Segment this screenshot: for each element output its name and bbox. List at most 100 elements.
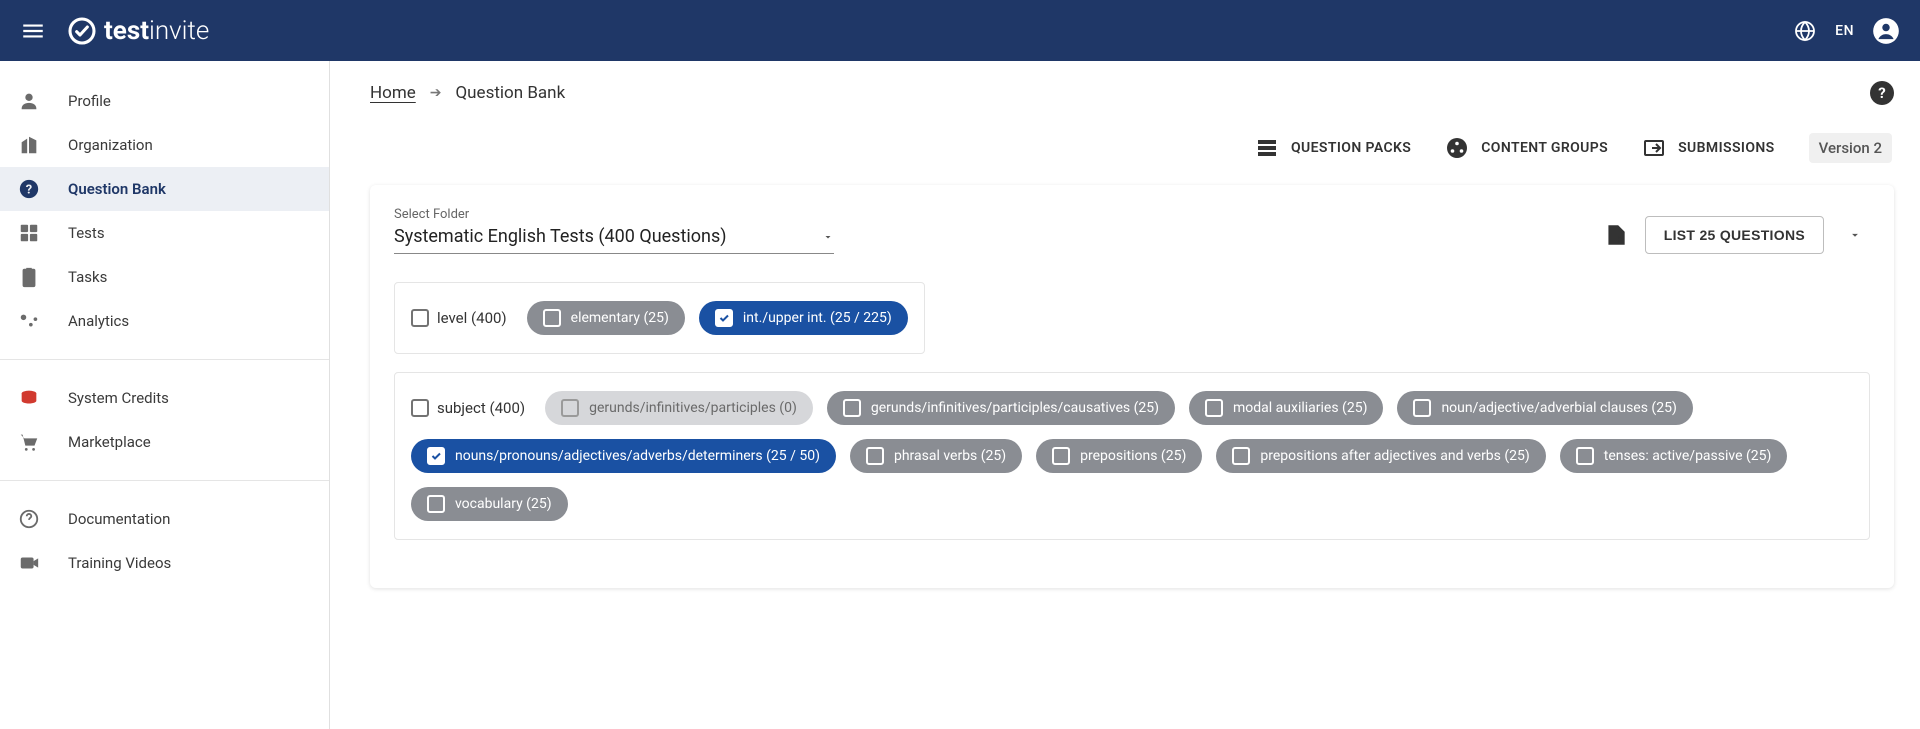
sidebar-divider <box>0 359 329 360</box>
content-groups-link[interactable]: CONTENT GROUPS <box>1445 136 1608 160</box>
checkbox-icon <box>1052 447 1070 465</box>
coins-icon <box>18 387 68 409</box>
chip-label: gerunds/infinitives/participles/causativ… <box>871 400 1159 416</box>
filter-chip[interactable]: int./upper int. (25 / 225) <box>699 301 908 335</box>
chip-label: nouns/pronouns/adjectives/adverbs/determ… <box>455 448 820 464</box>
building-icon <box>18 134 68 156</box>
version-badge[interactable]: Version 2 <box>1809 133 1892 163</box>
sidebar-item-analytics[interactable]: Analytics <box>0 299 329 343</box>
folder-select-value: Systematic English Tests (400 Questions) <box>394 226 727 247</box>
filter-chip[interactable]: vocabulary (25) <box>411 487 568 521</box>
chip-label: vocabulary (25) <box>455 496 552 512</box>
chip-label: gerunds/infinitives/participles (0) <box>589 400 797 416</box>
globe-icon[interactable] <box>1793 19 1817 43</box>
checkbox-icon <box>1413 399 1431 417</box>
app-header: testinvite EN <box>0 0 1920 61</box>
cart-icon <box>18 431 68 453</box>
sidebar-item-label: Tasks <box>68 268 107 286</box>
sidebar-item-question-bank[interactable]: ? Question Bank <box>0 167 329 211</box>
page-help-button[interactable]: ? <box>1870 81 1894 105</box>
sidebar-divider <box>0 480 329 481</box>
menu-icon[interactable] <box>20 18 46 44</box>
checkbox-icon <box>715 309 733 327</box>
sidebar-item-organization[interactable]: Organization <box>0 123 329 167</box>
sidebar-item-label: Tests <box>68 224 105 242</box>
filter-chip[interactable]: tenses: active/passive (25) <box>1560 439 1788 473</box>
filter-group-level: level (400) elementary (25) int./upper in… <box>394 282 925 354</box>
folder-select[interactable]: Select Folder Systematic English Tests (… <box>394 207 834 254</box>
checkbox-icon <box>543 309 561 327</box>
sidebar-item-label: Profile <box>68 92 111 110</box>
input-icon <box>1642 136 1666 160</box>
storage-icon <box>1255 136 1279 160</box>
level-checkbox[interactable] <box>411 309 429 327</box>
chip-label: phrasal verbs (25) <box>894 448 1006 464</box>
sidebar-item-credits[interactable]: System Credits <box>0 376 329 420</box>
chip-label: tenses: active/passive (25) <box>1604 448 1772 464</box>
app-logo[interactable]: testinvite <box>66 15 209 47</box>
language-selector[interactable]: EN <box>1835 23 1854 39</box>
filter-chip[interactable]: gerunds/infinitives/participles/causativ… <box>827 391 1175 425</box>
sidebar-item-label: Analytics <box>68 312 129 330</box>
help-outline-icon <box>18 508 68 530</box>
chip-label: prepositions after adjectives and verbs … <box>1260 448 1529 464</box>
analytics-icon <box>18 310 68 332</box>
video-icon <box>18 552 68 574</box>
sidebar: Profile Organization ? Question Bank Tes… <box>0 61 330 729</box>
filter-chip[interactable]: noun/adjective/adverbial clauses (25) <box>1397 391 1692 425</box>
chip-label: elementary (25) <box>571 310 669 326</box>
sidebar-item-label: Organization <box>68 136 153 154</box>
filter-title: level (400) <box>437 309 507 327</box>
filter-chip[interactable]: nouns/pronouns/adjectives/adverbs/determ… <box>411 439 836 473</box>
help-circle-icon: ? <box>18 178 68 200</box>
sidebar-item-marketplace[interactable]: Marketplace <box>0 420 329 464</box>
export-icon[interactable] <box>1603 222 1629 248</box>
filter-chip[interactable]: elementary (25) <box>527 301 685 335</box>
chip-label: noun/adjective/adverbial clauses (25) <box>1441 400 1676 416</box>
chevron-down-icon <box>822 231 834 243</box>
sidebar-item-label: Question Bank <box>68 180 166 198</box>
checkbox-icon <box>1205 399 1223 417</box>
group-work-icon <box>1445 136 1469 160</box>
grid-icon <box>18 222 68 244</box>
filter-chip[interactable]: phrasal verbs (25) <box>850 439 1022 473</box>
breadcrumb-home[interactable]: Home <box>370 83 416 103</box>
submissions-link[interactable]: SUBMISSIONS <box>1642 136 1775 160</box>
chip-label: modal auxiliaries (25) <box>1233 400 1367 416</box>
filter-group-subject: subject (400) gerunds/infinitives/partic… <box>394 372 1870 540</box>
filter-chip[interactable]: prepositions after adjectives and verbs … <box>1216 439 1545 473</box>
logo-text-light: invite <box>149 16 209 46</box>
checkbox-icon <box>427 495 445 513</box>
sidebar-item-tasks[interactable]: Tasks <box>0 255 329 299</box>
person-icon <box>18 90 68 112</box>
filter-chip[interactable]: gerunds/infinitives/participles (0) <box>545 391 813 425</box>
question-packs-link[interactable]: QUESTION PACKS <box>1255 136 1411 160</box>
breadcrumb-current: Question Bank <box>455 83 565 103</box>
sidebar-item-profile[interactable]: Profile <box>0 79 329 123</box>
svg-text:?: ? <box>26 183 32 198</box>
list-questions-button[interactable]: LIST 25 QUESTIONS <box>1645 216 1824 254</box>
sidebar-item-training-videos[interactable]: Training Videos <box>0 541 329 585</box>
chip-label: int./upper int. (25 / 225) <box>743 310 892 326</box>
filter-chip[interactable]: prepositions (25) <box>1036 439 1202 473</box>
sidebar-item-tests[interactable]: Tests <box>0 211 329 255</box>
breadcrumb: Home ➔ Question Bank <box>370 83 565 103</box>
filter-chip[interactable]: modal auxiliaries (25) <box>1189 391 1383 425</box>
checkbox-icon <box>1576 447 1594 465</box>
filter-title: subject (400) <box>437 399 525 417</box>
arrow-right-icon: ➔ <box>430 85 442 101</box>
sidebar-item-label: Marketplace <box>68 433 151 451</box>
checkbox-icon <box>427 447 445 465</box>
list-options-dropdown[interactable] <box>1840 218 1870 252</box>
clipboard-icon <box>18 266 68 288</box>
user-avatar-icon[interactable] <box>1872 17 1900 45</box>
sidebar-item-label: Training Videos <box>68 554 171 572</box>
folder-select-label: Select Folder <box>394 207 834 222</box>
checkbox-icon <box>561 399 579 417</box>
sidebar-item-documentation[interactable]: Documentation <box>0 497 329 541</box>
checkbox-icon <box>866 447 884 465</box>
sidebar-item-label: Documentation <box>68 510 170 528</box>
logo-text-bold: test <box>104 16 149 46</box>
sidebar-item-label: System Credits <box>68 389 169 407</box>
subject-checkbox[interactable] <box>411 399 429 417</box>
